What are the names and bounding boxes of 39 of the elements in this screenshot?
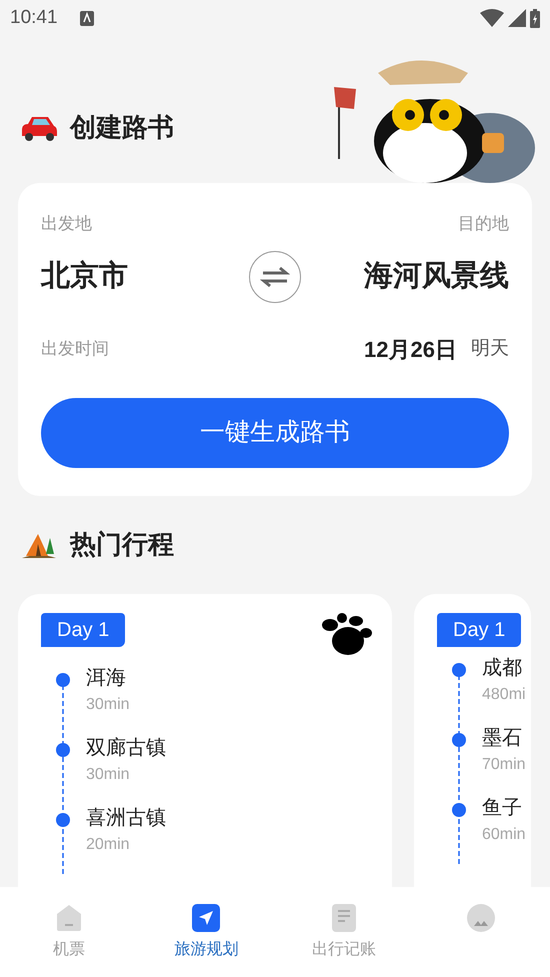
day-hint: 明天 [471,336,509,361]
day-tag: Day 1 [437,612,522,646]
departure-date[interactable]: 12月26日 [364,332,457,366]
stop-duration: 480mi [482,684,527,704]
stop-name: 墨石 [482,726,523,750]
trip-card[interactable]: Day 1 洱海 30min 双廊古镇 30min 喜洲古镇 20min [18,594,392,887]
signal-icon [508,9,526,27]
time-label: 出发时间 [41,338,109,360]
home-icon [54,904,83,932]
paw-icon [320,612,374,656]
stop-duration: 70min [482,754,527,774]
stop-duration: 60min [482,824,527,844]
document-icon [332,904,356,932]
section-title: 创建路书 [70,111,174,144]
wifi-icon [480,9,504,27]
from-city[interactable]: 北京市 [41,254,221,298]
section-title: 热门行程 [70,528,174,561]
stop-name: 鱼子 [482,796,523,820]
avatar-icon [467,904,496,932]
from-label: 出发地 [41,213,92,235]
to-label: 目的地 [458,213,509,235]
day-tag: Day 1 [41,612,126,646]
navigation-icon [192,904,220,932]
keyboard-icon [80,10,94,26]
stop-duration: 20min [86,834,131,854]
to-city[interactable]: 海河风景线 [329,254,509,298]
trip-card[interactable]: Day 1 成都 480mi 墨石 70min 鱼子 60min [414,594,531,887]
stop-name: 洱海 [86,666,127,690]
swap-button[interactable] [249,250,301,302]
stop-name: 双廊古镇 [86,736,167,760]
generate-button[interactable]: 一键生成路书 [41,398,509,468]
status-time: 10:41 [10,6,58,30]
swap-icon [260,264,290,288]
stop-name: 成都 [482,656,523,680]
stop-duration: 30min [86,694,131,714]
stop-duration: 30min [86,764,131,784]
nav-tab[interactable]: 旅游规划 [138,887,275,977]
battery-icon [530,8,540,28]
stop-name: 喜洲古镇 [86,806,167,830]
